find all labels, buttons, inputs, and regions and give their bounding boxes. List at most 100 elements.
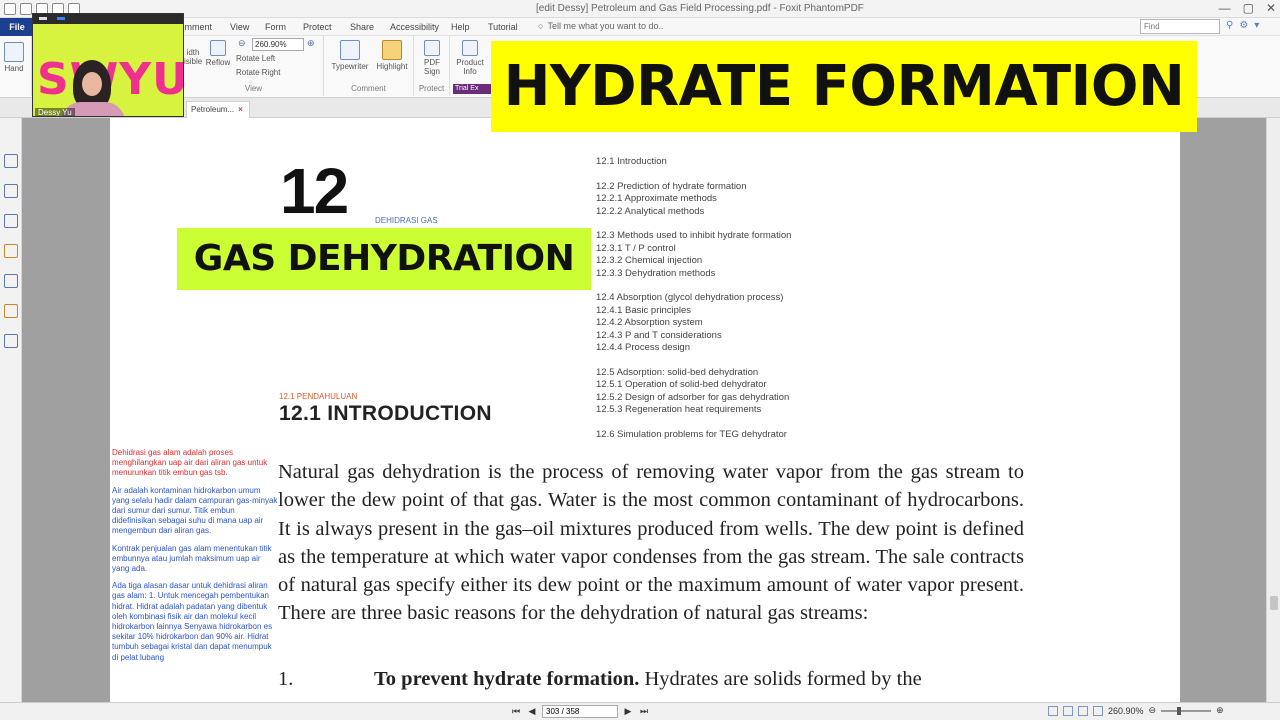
close-button[interactable]: ✕: [1266, 1, 1276, 15]
toc-entry: 12.5.3 Regeneration heat requirements: [596, 404, 762, 416]
presenter-name: Dessy Yu: [35, 108, 75, 116]
comment-group-label: Comment: [351, 84, 386, 93]
tell-me-search[interactable]: ○ Tell me what you want to do..: [538, 21, 664, 31]
view-group: idth isible Reflow ⊖ 260.90% ⊕ Rotate Le…: [184, 36, 324, 96]
zoom-select[interactable]: 260.90%: [252, 38, 304, 51]
tab-protect[interactable]: Protect: [303, 22, 332, 32]
pdf-sign-button[interactable]: PDF Sign: [420, 40, 444, 76]
list-item-number: 1.: [278, 668, 294, 690]
layers-icon[interactable]: [4, 214, 18, 228]
intro-subtitle: 12.1 PENDAHULUAN: [279, 392, 358, 401]
zoom-in-button[interactable]: ⊕: [1216, 705, 1224, 716]
typewriter-icon: [340, 40, 360, 60]
save-icon[interactable]: [20, 3, 32, 15]
zoom-in-icon[interactable]: ⊕: [307, 38, 315, 49]
page-number-input[interactable]: [542, 705, 618, 718]
toc-spacer: [596, 416, 856, 428]
tab-view[interactable]: View: [230, 22, 249, 32]
continuous-facing-icon[interactable]: [1093, 705, 1103, 716]
rotate-right-button[interactable]: Rotate Right: [236, 68, 280, 77]
title-bar: [edit Dessy] Petroleum and Gas Field Pro…: [0, 0, 1280, 18]
fit-width-button[interactable]: idth isible: [184, 48, 202, 66]
scrollbar-thumb[interactable]: [1270, 596, 1278, 610]
highlight-button[interactable]: Highlight: [374, 40, 410, 71]
minimize-button[interactable]: —: [1219, 1, 1231, 15]
margin-note: Dehidrasi gas alam adalah proses menghil…: [112, 448, 268, 478]
toc-spacer: [596, 168, 856, 180]
last-page-icon[interactable]: ⏭: [638, 706, 650, 717]
toc-entry: 12.2.1 Approximate methods: [596, 193, 717, 205]
zoom-slider[interactable]: [1161, 706, 1212, 715]
attachment-icon[interactable]: [4, 274, 18, 288]
page-navigation: ⏮ ◀ ▶ ⏭: [510, 705, 650, 718]
toc-entry: 12.3.1 T / P control: [596, 242, 676, 254]
bookmark-icon[interactable]: [4, 154, 18, 168]
tab-accessibility[interactable]: Accessibility: [390, 22, 439, 32]
window-controls: — ▢ ✕: [1219, 1, 1276, 15]
toc-entry: 12.4.1 Basic principles: [596, 304, 692, 316]
zoom-out-icon[interactable]: ⊖: [238, 38, 246, 49]
toc-entry: 12.5.1 Operation of solid-bed dehydrator: [596, 379, 767, 391]
continuous-view-icon[interactable]: [1063, 705, 1073, 716]
rotate-left-button[interactable]: Rotate Left: [236, 54, 275, 63]
comment-group: Typewriter Highlight Comment: [324, 36, 414, 96]
margin-note: Air adalah kontaminan hidrokarbon umum y…: [112, 485, 278, 536]
toc-entry: 12.4.4 Process design: [596, 342, 691, 354]
find-input[interactable]: [1140, 19, 1220, 34]
lightbulb-icon: ○: [538, 21, 544, 31]
tab-share[interactable]: Share: [350, 22, 374, 32]
margin-note: Kontrak penjualan gas alam menentukan ti…: [112, 543, 272, 574]
document-tab[interactable]: Petroleum... ×: [186, 101, 250, 118]
toc-entry: 12.4.2 Absorption system: [596, 317, 703, 329]
file-menu[interactable]: File: [0, 18, 34, 36]
toc-entry: 12.1 Introduction: [596, 156, 667, 167]
list-item-heading: To prevent hydrate formation.: [374, 668, 640, 690]
highlight-icon: [382, 40, 402, 60]
close-tab-icon[interactable]: ×: [238, 105, 243, 114]
window-title: [edit Dessy] Petroleum and Gas Field Pro…: [536, 3, 864, 14]
webcam-overlay: SWYU Dessy Yu: [32, 13, 184, 117]
table-of-contents: 12.1 Introduction 12.2 Prediction of hydr…: [596, 156, 856, 441]
trial-label: Trial Ex: [453, 84, 493, 94]
intro-title: 12.1 INTRODUCTION: [279, 402, 492, 425]
toc-entry: 12.3 Methods used to inhibit hydrate for…: [596, 230, 792, 242]
toc-entry: 12.5 Adsorption: solid-bed dehydration: [596, 366, 759, 378]
product-info-button[interactable]: Product Info: [454, 40, 486, 76]
zoom-out-button[interactable]: ⊖: [1149, 705, 1157, 716]
pages-icon[interactable]: [4, 184, 18, 198]
hand-tool-button[interactable]: Hand: [4, 42, 24, 73]
search-icon[interactable]: ⚲: [1226, 20, 1233, 31]
menu-bar: File Comment View Form Protect Share Acc…: [0, 18, 1280, 36]
body-paragraph: Natural gas dehydration is the process o…: [278, 461, 1024, 625]
find-tools: ⚲ ⚙ ▾: [1226, 20, 1259, 31]
facing-view-icon[interactable]: [1078, 705, 1088, 716]
previous-page-icon[interactable]: ◀: [526, 706, 538, 717]
open-icon[interactable]: [4, 3, 16, 15]
tell-me-label: Tell me what you want to do..: [547, 21, 664, 31]
tab-tutorial[interactable]: Tutorial: [488, 22, 518, 32]
tab-help[interactable]: Help: [451, 22, 470, 32]
chapter-number: 12: [280, 155, 349, 227]
next-page-icon[interactable]: ▶: [622, 706, 634, 717]
hand-group: Hand: [0, 36, 32, 96]
chevron-down-icon[interactable]: ▾: [1254, 20, 1259, 31]
maximize-button[interactable]: ▢: [1243, 1, 1254, 15]
typewriter-button[interactable]: Typewriter: [330, 40, 370, 71]
list-item: 1. To prevent hydrate formation. Hydrates…: [278, 668, 1024, 691]
document-canvas[interactable]: 12 DEHIDRASI GAS 12.1 Introduction 12.2 P…: [22, 118, 1266, 702]
signature-icon[interactable]: [4, 334, 18, 348]
tab-form[interactable]: Form: [265, 22, 286, 32]
reflow-button[interactable]: Reflow: [204, 40, 232, 67]
chapter-subtitle: DEHIDRASI GAS: [375, 216, 438, 225]
protect-group: PDF Sign Protect: [414, 36, 450, 96]
lock-icon[interactable]: [4, 304, 18, 318]
single-page-view-icon[interactable]: [1048, 705, 1058, 716]
vertical-scrollbar[interactable]: [1266, 118, 1280, 702]
settings-icon[interactable]: ⚙: [1239, 20, 1248, 31]
comments-icon[interactable]: [4, 244, 18, 258]
toc-entry: 12.6 Simulation problems for TEG dehydra…: [596, 428, 787, 440]
reflow-icon: [210, 40, 226, 56]
translation-notes: Dehidrasi gas alam adalah proses menghil…: [112, 448, 280, 670]
toc-entry: 12.4 Absorption (glycol dehydration proc…: [596, 292, 784, 304]
first-page-icon[interactable]: ⏮: [510, 706, 522, 717]
